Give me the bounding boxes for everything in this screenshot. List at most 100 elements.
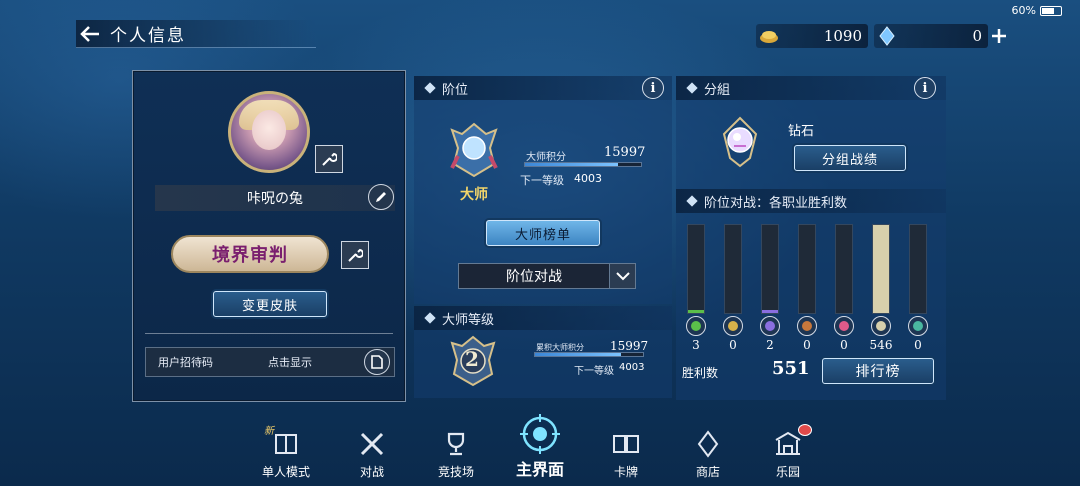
edit-avatar-button[interactable] (315, 145, 343, 173)
master-level-progress-bar (534, 352, 644, 357)
wins-value: 551 (772, 358, 810, 379)
copy-invite-code-button[interactable] (364, 349, 390, 375)
invite-code-row: 用户招待码 点击显示 (145, 347, 395, 377)
battery-icon (1040, 5, 1062, 16)
nav-label: 主界面 (515, 460, 564, 479)
edit-title-button[interactable] (341, 241, 369, 269)
crystal-counter: 0 (874, 24, 988, 48)
gold-coin-icon (756, 25, 782, 47)
player-name: 咔呪の兔 (247, 191, 303, 207)
rank-info-button[interactable]: i (642, 77, 664, 99)
master-level-emblem-icon: 2 (448, 334, 498, 388)
group-section-title: 分組 (704, 82, 731, 98)
change-skin-button[interactable]: 变更皮肤 (213, 291, 327, 317)
leaderboard-label: 排行榜 (855, 364, 901, 380)
avatar-face (252, 110, 286, 150)
avatar[interactable] (228, 91, 310, 173)
nav-label: 对战 (359, 465, 384, 479)
next-level-value: 4003 (574, 172, 602, 185)
battle-mode-select[interactable]: 阶位对战 (458, 263, 636, 289)
bottom-nav: 新 单人模式 对战 竞技场 主界面 卡牌 商店 乐园 (240, 414, 840, 482)
back-arrow-icon (80, 25, 99, 42)
class-win-bar (798, 224, 816, 314)
battle-mode-value: 阶位对战 (506, 269, 562, 285)
profile-panel: 咔呪の兔 境界审判 变更皮肤 用户招待码 点击显示 (132, 70, 406, 402)
nav-label: 商店 (695, 465, 720, 479)
leaf-icon (686, 316, 706, 336)
cumulative-points-value: 15997 (610, 339, 649, 353)
group-section-header: 分組 i (676, 76, 946, 100)
document-icon (371, 355, 383, 369)
group-record-button[interactable]: 分组战绩 (794, 145, 906, 171)
class-win-value: 0 (729, 338, 737, 352)
book-icon (269, 427, 303, 461)
diamond-bullet-icon (424, 82, 436, 94)
header-bar: 个人信息 (76, 20, 316, 48)
home-emblem-icon (519, 414, 561, 454)
shop-crystal-icon (691, 427, 725, 461)
nav-battle[interactable]: 对战 (336, 416, 408, 480)
gold-value: 1090 (823, 27, 862, 45)
class-values-row: 3 0 2 0 0 546 0 (676, 338, 946, 354)
battery-indicator: 60% (1012, 4, 1062, 17)
beast-icon (797, 316, 817, 336)
leaderboard-button[interactable]: 排行榜 (822, 358, 934, 384)
class-win-bar (724, 224, 742, 314)
class-wins-header: 阶位对战：各职业胜利数 (676, 189, 946, 213)
nav-label: 单人模式 (261, 465, 310, 479)
nav-arena[interactable]: 竞技场 (420, 416, 492, 480)
chevron-down-icon (609, 264, 635, 288)
diamond-bullet-icon (686, 82, 698, 94)
title-plate-text: 境界审判 (212, 245, 288, 266)
class-win-bar (872, 224, 890, 314)
next-level-label: 下一等级 (520, 174, 564, 187)
diamond-tier-emblem-icon (716, 114, 764, 170)
group-record-label: 分组战绩 (821, 152, 878, 168)
gold-counter: 1090 (756, 24, 868, 48)
divider (145, 333, 393, 334)
battery-percent: 60% (1011, 4, 1036, 17)
cards-icon (609, 427, 643, 461)
class-win-bar (909, 224, 927, 314)
nav-solo-mode[interactable]: 新 单人模式 (250, 416, 322, 480)
show-invite-code-link[interactable]: 点击显示 (268, 354, 358, 370)
master-next-value: 4003 (619, 362, 645, 373)
group-name: 钻石 (788, 124, 815, 139)
rank-name: 大师 (460, 187, 488, 203)
nav-label: 卡牌 (613, 465, 638, 479)
new-badge: 新 (264, 426, 274, 437)
class-icons-row (676, 316, 946, 338)
master-level-title: 大师等级 (442, 312, 495, 328)
rank-emblem-icon (448, 120, 500, 180)
diamond-bullet-icon (424, 312, 436, 324)
group-info-button[interactable]: i (914, 77, 936, 99)
nav-shop[interactable]: 商店 (672, 416, 744, 480)
master-points-label: 大师积分 (526, 152, 566, 163)
plus-icon (992, 29, 1006, 43)
class-win-value: 2 (766, 338, 774, 352)
change-skin-label: 变更皮肤 (241, 298, 298, 314)
back-button[interactable] (76, 20, 104, 48)
nav-label: 竞技场 (437, 465, 474, 479)
master-level-panel: 大师等级 2 累积大师积分 15997 下一等级 4003 (414, 306, 672, 398)
nav-cards[interactable]: 卡牌 (590, 416, 662, 480)
edit-name-button[interactable] (368, 184, 394, 210)
crossed-swords-icon (355, 427, 389, 461)
pencil-icon (376, 192, 386, 202)
master-leaderboard-button[interactable]: 大师榜单 (486, 220, 600, 246)
class-win-value: 0 (803, 338, 811, 352)
player-name-bar: 咔呪の兔 (155, 185, 395, 211)
wrench-icon (322, 152, 337, 166)
title-plate: 境界审判 (171, 235, 329, 273)
class-win-value: 546 (869, 338, 893, 352)
portal-icon (908, 316, 928, 336)
nav-home[interactable]: 主界面 (504, 414, 576, 480)
rank-panel: 阶位 i 大师 大师积分 15997 下一等级 4003 大师榜单 阶位对战 (414, 76, 672, 304)
invite-code-label: 用户招待码 (158, 356, 213, 369)
rank-section-header: 阶位 i (414, 76, 672, 100)
nav-park[interactable]: 乐园 (752, 416, 824, 480)
class-wins-title: 阶位对战：各职业胜利数 (704, 195, 848, 211)
dragon-icon (834, 316, 854, 336)
class-win-bar (687, 224, 705, 314)
add-currency-button[interactable] (986, 24, 1012, 48)
